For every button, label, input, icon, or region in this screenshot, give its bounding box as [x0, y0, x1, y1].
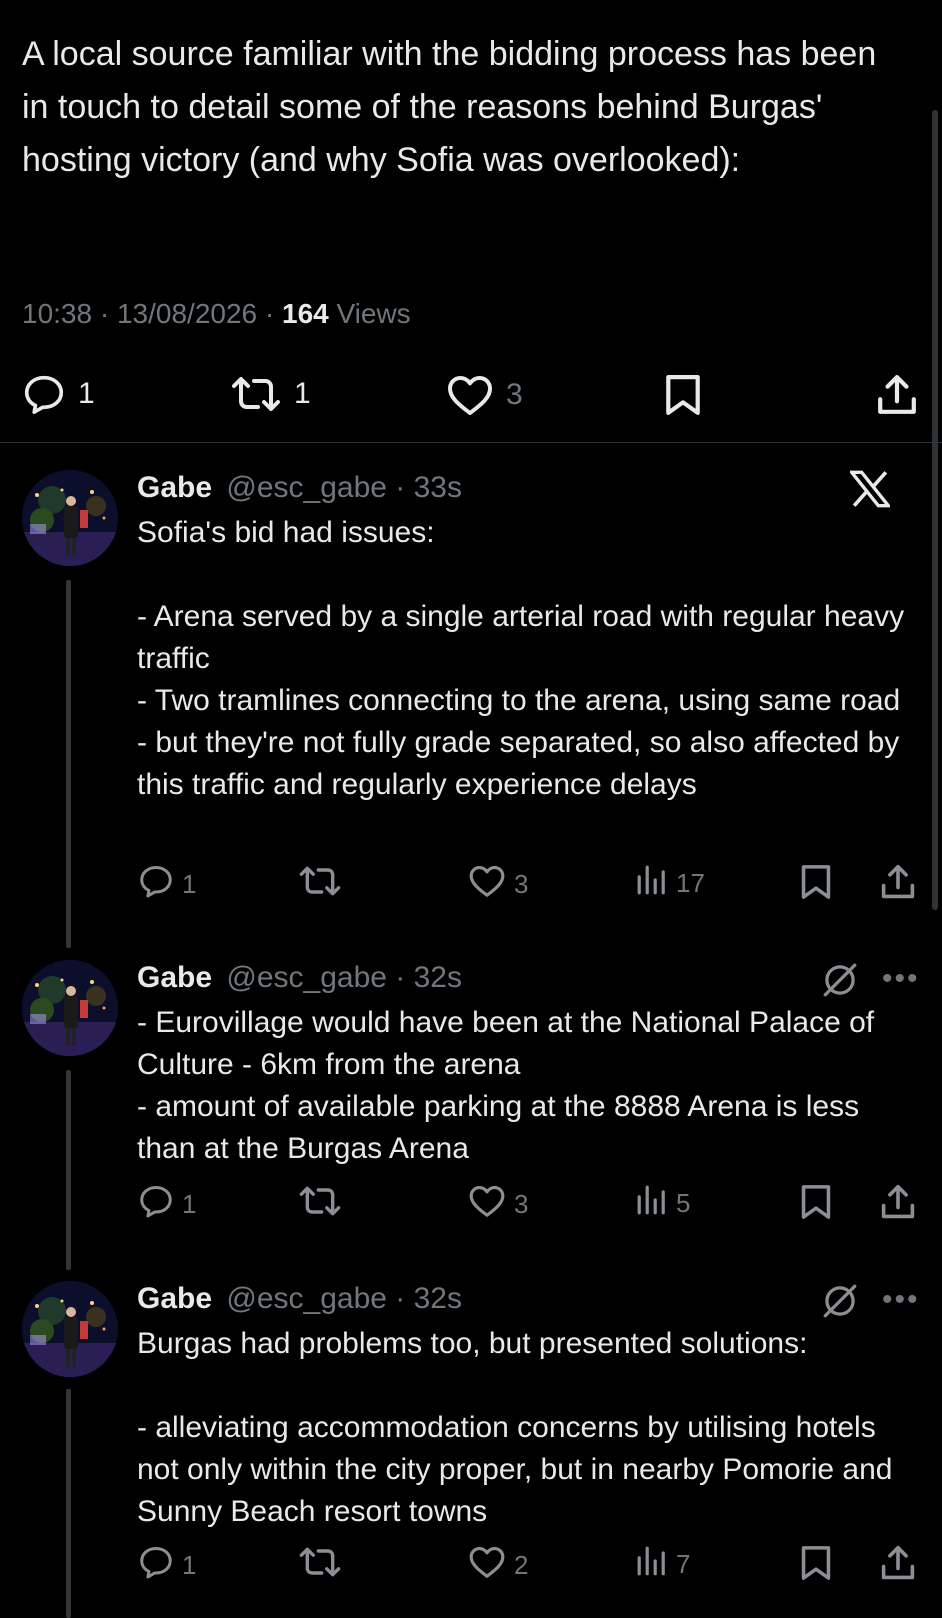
- share-icon: [880, 1184, 916, 1227]
- reply-action-bar: 1 3 17: [0, 864, 942, 908]
- display-name[interactable]: Gabe: [137, 471, 212, 504]
- like-button[interactable]: 3: [446, 374, 523, 416]
- bookmark-icon: [800, 1184, 832, 1227]
- like-count: 3: [506, 378, 523, 411]
- retweet-button[interactable]: [298, 864, 350, 905]
- like-count: 2: [514, 1550, 529, 1580]
- reply-count: 1: [182, 1550, 197, 1580]
- views-count: 7: [676, 1549, 691, 1579]
- reply-icon: [22, 374, 66, 414]
- scrollbar[interactable]: [932, 110, 938, 910]
- bookmark-button[interactable]: [800, 1545, 832, 1588]
- share-icon: [880, 864, 916, 907]
- heart-icon: [468, 1545, 506, 1586]
- views-count: 17: [676, 868, 705, 898]
- retweet-button[interactable]: [298, 1545, 350, 1586]
- bookmark-button[interactable]: [800, 864, 832, 907]
- reply-count: 1: [78, 377, 95, 410]
- bookmark-icon: [800, 1545, 832, 1588]
- retweet-icon: [298, 1545, 342, 1586]
- reply-count: 1: [182, 1189, 197, 1219]
- grok-icon[interactable]: [820, 1283, 860, 1324]
- reply-count: 1: [182, 869, 197, 899]
- heart-icon: [468, 864, 506, 905]
- retweet-icon: [230, 374, 282, 414]
- heart-icon: [446, 374, 494, 416]
- meta-separator: ·: [99, 298, 110, 329]
- user-handle[interactable]: @esc_gabe: [226, 471, 387, 504]
- user-handle[interactable]: @esc_gabe: [226, 961, 387, 994]
- views-icon: [636, 1184, 668, 1223]
- views-icon: [636, 1545, 668, 1584]
- retweet-button[interactable]: 1: [230, 374, 311, 414]
- thread-line: [66, 1070, 71, 1270]
- meta-separator: ·: [264, 298, 275, 329]
- views-button[interactable]: 17: [636, 864, 705, 903]
- x-logo-icon: [848, 470, 892, 513]
- reply-text: Burgas had problems too, but presented s…: [137, 1327, 893, 1528]
- grok-icon[interactable]: [820, 962, 860, 1003]
- reply-text: Sofia's bid had issues: - Arena served b…: [137, 516, 905, 801]
- display-name[interactable]: Gabe: [137, 961, 212, 994]
- bookmark-button[interactable]: [800, 1184, 832, 1227]
- tweet-time[interactable]: 10:38: [22, 298, 92, 329]
- views-count: 164: [282, 298, 329, 329]
- retweet-count: 1: [294, 377, 311, 410]
- like-button[interactable]: 2: [468, 1545, 528, 1586]
- views-label: Views: [336, 298, 411, 329]
- display-name[interactable]: Gabe: [137, 1282, 212, 1315]
- retweet-button[interactable]: [298, 1184, 350, 1225]
- more-options-icon[interactable]: •••: [882, 964, 920, 994]
- reply-icon: [138, 864, 174, 905]
- heart-icon: [468, 1184, 506, 1225]
- reply-time[interactable]: · 32s: [395, 961, 462, 994]
- reply-header: Gabe @esc_gabe · 32s: [137, 960, 462, 996]
- share-button[interactable]: [880, 864, 916, 907]
- tweet-date[interactable]: 13/08/2026: [117, 298, 257, 329]
- reply-button[interactable]: 1: [22, 374, 95, 414]
- like-count: 3: [514, 869, 529, 899]
- divider: [0, 442, 942, 443]
- reply-icon: [138, 1184, 174, 1225]
- reply-button[interactable]: 1: [138, 1184, 196, 1225]
- share-button[interactable]: [880, 1184, 916, 1227]
- bookmark-icon: [800, 864, 832, 907]
- views-button[interactable]: 7: [636, 1545, 690, 1584]
- reply-icon: [138, 1545, 174, 1586]
- share-button[interactable]: [880, 1545, 916, 1588]
- reply-action-bar: 1 3 5: [0, 1184, 942, 1228]
- reply-time[interactable]: · 33s: [395, 471, 462, 504]
- share-icon: [876, 374, 918, 416]
- views-button[interactable]: 5: [636, 1184, 690, 1223]
- views-count: 5: [676, 1188, 691, 1218]
- reply-text: - Eurovillage would have been at the Nat…: [137, 1006, 875, 1165]
- reply-header: Gabe @esc_gabe · 32s: [137, 1281, 462, 1317]
- retweet-icon: [298, 864, 342, 905]
- avatar[interactable]: [22, 960, 118, 1056]
- main-tweet-text: A local source familiar with the bidding…: [22, 35, 886, 179]
- share-icon: [880, 1545, 916, 1588]
- bookmark-icon: [664, 374, 702, 416]
- like-button[interactable]: 3: [468, 864, 528, 905]
- like-button[interactable]: 3: [468, 1184, 528, 1225]
- main-action-bar: 1 1 3: [0, 366, 942, 426]
- tweet-meta: 10:38 · 13/08/2026 · 164 Views: [22, 296, 411, 332]
- user-handle[interactable]: @esc_gabe: [226, 1282, 387, 1315]
- views-icon: [636, 864, 668, 903]
- reply-action-bar: 1 2 7: [0, 1545, 942, 1589]
- like-count: 3: [514, 1189, 529, 1219]
- reply-button[interactable]: 1: [138, 864, 196, 905]
- bookmark-button[interactable]: [664, 374, 702, 416]
- avatar[interactable]: [22, 470, 118, 566]
- retweet-icon: [298, 1184, 342, 1225]
- reply-button[interactable]: 1: [138, 1545, 196, 1586]
- avatar[interactable]: [22, 1281, 118, 1377]
- more-options-icon[interactable]: •••: [882, 1285, 920, 1315]
- reply-time[interactable]: · 32s: [395, 1282, 462, 1315]
- reply-header: Gabe @esc_gabe · 33s: [137, 470, 462, 506]
- share-button[interactable]: [876, 374, 918, 416]
